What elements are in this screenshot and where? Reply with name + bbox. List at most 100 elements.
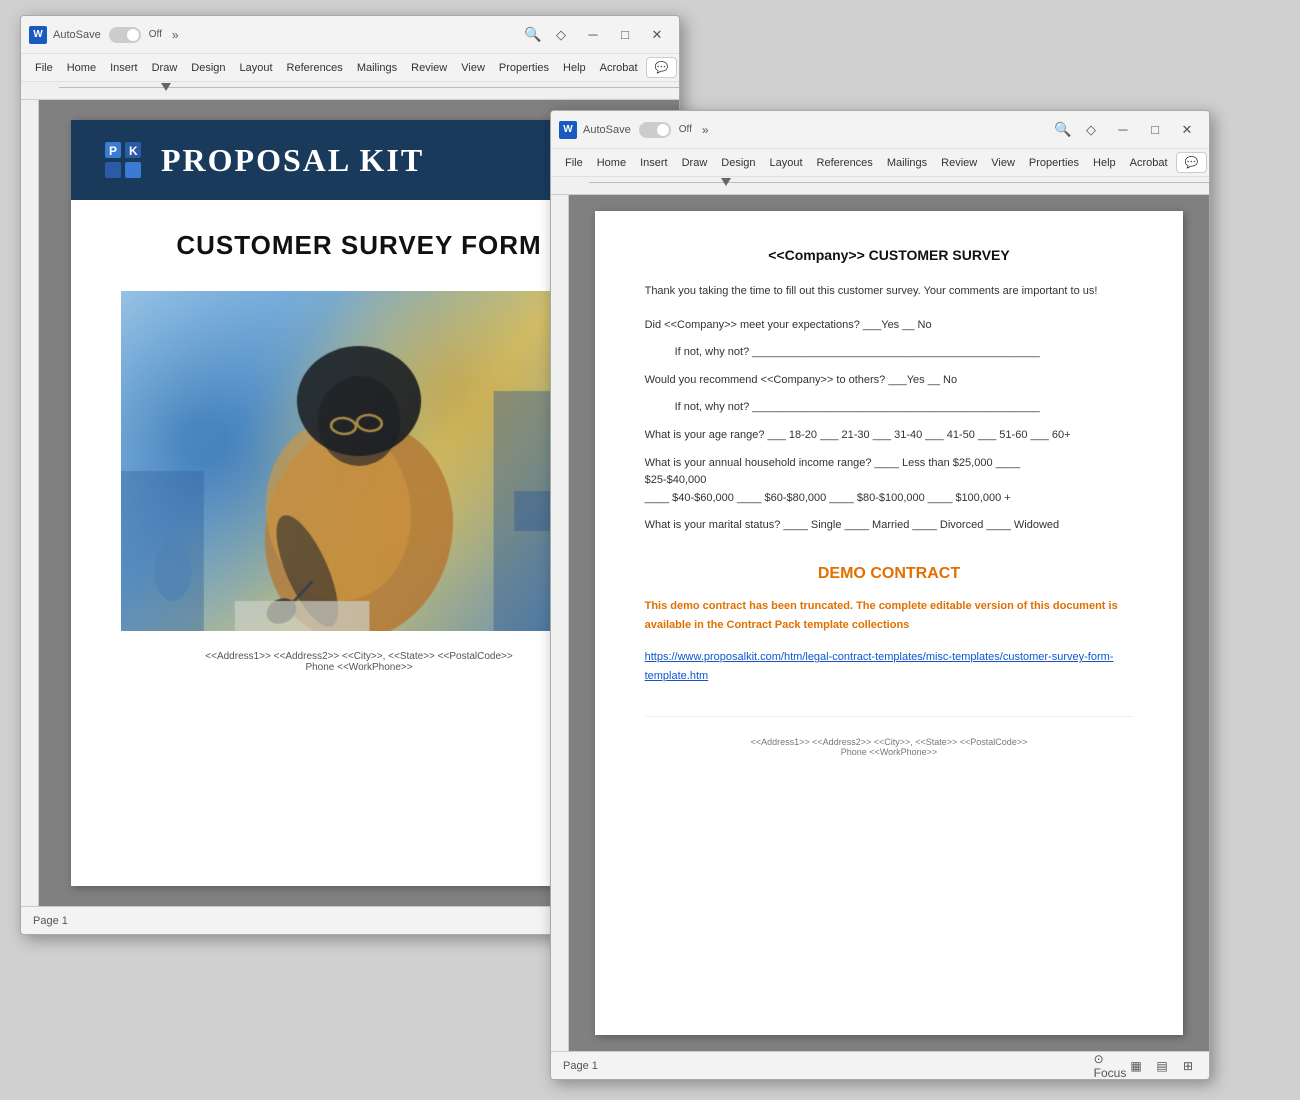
- close-button-2[interactable]: ✕: [1173, 116, 1201, 144]
- left-ruler-2: [551, 195, 569, 1051]
- doc-area-2[interactable]: <<Company>> CUSTOMER SURVEY Thank you ta…: [569, 195, 1209, 1051]
- survey-q1: Did <<Company>> meet your expectations? …: [645, 317, 1134, 335]
- menu-prop-2[interactable]: Properties: [1023, 154, 1085, 172]
- menu-review-2[interactable]: Review: [935, 154, 983, 172]
- ruler-line-2: [589, 182, 1209, 183]
- proposal-kit-logo: P K: [101, 138, 145, 182]
- minimize-button-1[interactable]: ─: [579, 21, 607, 49]
- ruler-1: [21, 82, 679, 100]
- ribbon-expand-1[interactable]: »: [172, 28, 179, 42]
- survey-q2-sub: If not, why not? _______________________…: [675, 399, 1134, 417]
- menu-draw-2[interactable]: Draw: [676, 154, 714, 172]
- menu-home-1[interactable]: Home: [61, 59, 102, 77]
- title-bar-center-1: 🔍: [519, 24, 547, 46]
- title-bar-2: W AutoSave Off » 🔍 ◇ ─ □ ✕: [551, 111, 1209, 149]
- doc2-footer: <<Address1>> <<Address2>> <<City>>, <<St…: [645, 716, 1134, 757]
- left-ruler-1: [21, 100, 39, 906]
- title-bar-1: W AutoSave Off » 🔍 ◇ ─ □ ✕: [21, 16, 679, 54]
- search-icon-2[interactable]: 🔍: [1049, 119, 1077, 141]
- close-button-1[interactable]: ✕: [643, 21, 671, 49]
- demo-contract-text: This demo contract has been truncated. T…: [645, 597, 1134, 634]
- page-label-2: Page 1: [563, 1060, 598, 1072]
- title-bar-center-2: 🔍: [1049, 119, 1077, 141]
- maximize-button-2[interactable]: □: [1141, 116, 1169, 144]
- menu-acro-1[interactable]: Acrobat: [594, 59, 644, 77]
- menu-review-1[interactable]: Review: [405, 59, 453, 77]
- menu-design-2[interactable]: Design: [715, 154, 761, 172]
- toggle-off-label-2: Off: [679, 124, 692, 135]
- menu-ref-2[interactable]: References: [811, 154, 879, 172]
- menu-layout-1[interactable]: Layout: [234, 59, 279, 77]
- menu-view-1[interactable]: View: [455, 59, 491, 77]
- menu-mail-1[interactable]: Mailings: [351, 59, 403, 77]
- designer-icon-2[interactable]: ◇: [1077, 116, 1105, 144]
- menu-home-2[interactable]: Home: [591, 154, 632, 172]
- survey-q3: What is your age range? ___ 18-20 ___ 21…: [645, 427, 1134, 445]
- menu-mail-2[interactable]: Mailings: [881, 154, 933, 172]
- menu-acro-2[interactable]: Acrobat: [1124, 154, 1174, 172]
- menu-insert-1[interactable]: Insert: [104, 59, 144, 77]
- cover-footer-addr: <<Address1>> <<Address2>> <<City>>, <<St…: [121, 651, 597, 673]
- svg-text:K: K: [129, 144, 138, 158]
- view-read-2[interactable]: ▤: [1153, 1057, 1171, 1075]
- view-layout-2[interactable]: ▦: [1127, 1057, 1145, 1075]
- menu-draw-1[interactable]: Draw: [146, 59, 184, 77]
- menu-insert-2[interactable]: Insert: [634, 154, 674, 172]
- window-2: W AutoSave Off » 🔍 ◇ ─ □ ✕ File Home Ins…: [550, 110, 1210, 1080]
- title-bar-left-1: W AutoSave Off »: [29, 26, 519, 44]
- search-icon-1[interactable]: 🔍: [519, 24, 547, 46]
- svg-text:P: P: [109, 144, 117, 158]
- survey-q5: What is your marital status? ____ Single…: [645, 517, 1134, 535]
- survey-page: <<Company>> CUSTOMER SURVEY Thank you ta…: [595, 211, 1184, 1035]
- ruler-content-1: [41, 81, 679, 99]
- autosave-label-1: AutoSave: [53, 29, 101, 41]
- ruler-handle-2: [721, 178, 731, 186]
- comment-button-2[interactable]: 💬: [1176, 152, 1208, 173]
- demo-contract-title: DEMO CONTRACT: [645, 565, 1134, 583]
- cover-header-title: PROPOSAL KIT: [161, 142, 424, 179]
- autosave-toggle-2[interactable]: [639, 122, 671, 138]
- survey-q2: Would you recommend <<Company>> to other…: [645, 372, 1134, 390]
- toggle-off-label-1: Off: [149, 29, 162, 40]
- survey-title: <<Company>> CUSTOMER SURVEY: [645, 247, 1134, 263]
- menu-view-2[interactable]: View: [985, 154, 1021, 172]
- menu-help-1[interactable]: Help: [557, 59, 592, 77]
- cover-image: [121, 291, 597, 631]
- survey-intro: Thank you taking the time to fill out th…: [645, 283, 1134, 301]
- status-right-2: ⊙ Focus ▦ ▤ ⊞: [1101, 1057, 1197, 1075]
- ribbon-expand-2[interactable]: »: [702, 123, 709, 137]
- status-bar-2: Page 1 ⊙ Focus ▦ ▤ ⊞: [551, 1051, 1209, 1079]
- menu-bar-1: File Home Insert Draw Design Layout Refe…: [21, 54, 679, 82]
- ruler-content-2: [571, 176, 1209, 194]
- focus-icon-2[interactable]: ⊙ Focus: [1101, 1057, 1119, 1075]
- menu-design-1[interactable]: Design: [185, 59, 231, 77]
- demo-contract-link[interactable]: https://www.proposalkit.com/htm/legal-co…: [645, 648, 1134, 685]
- minimize-button-2[interactable]: ─: [1109, 116, 1137, 144]
- ruler-2: [551, 177, 1209, 195]
- comment-button-1[interactable]: 💬: [646, 57, 678, 78]
- menu-right-1: 💬 ✏ Editing ›: [646, 57, 680, 78]
- view-web-2[interactable]: ⊞: [1179, 1057, 1197, 1075]
- menu-file-2[interactable]: File: [559, 154, 589, 172]
- title-bar-left-2: W AutoSave Off »: [559, 121, 1049, 139]
- menu-right-2: 💬 ✏ Editing ›: [1176, 152, 1210, 173]
- autosave-toggle-1[interactable]: [109, 27, 141, 43]
- autosave-label-2: AutoSave: [583, 124, 631, 136]
- designer-icon-1[interactable]: ◇: [547, 21, 575, 49]
- comment-icon-2: 💬: [1185, 156, 1199, 169]
- menu-prop-1[interactable]: Properties: [493, 59, 555, 77]
- title-bar-right-2: ◇ ─ □ ✕: [1077, 116, 1201, 144]
- menu-help-2[interactable]: Help: [1087, 154, 1122, 172]
- survey-q4-line1: What is your annual household income ran…: [645, 455, 1134, 508]
- cover-image-canvas: [121, 291, 597, 631]
- menu-layout-2[interactable]: Layout: [764, 154, 809, 172]
- menu-bar-2: File Home Insert Draw Design Layout Refe…: [551, 149, 1209, 177]
- comment-icon-1: 💬: [655, 61, 669, 74]
- doc-layout-2: <<Company>> CUSTOMER SURVEY Thank you ta…: [551, 195, 1209, 1051]
- ruler-line-1: [59, 87, 679, 88]
- maximize-button-1[interactable]: □: [611, 21, 639, 49]
- menu-ref-1[interactable]: References: [281, 59, 349, 77]
- menu-file-1[interactable]: File: [29, 59, 59, 77]
- title-bar-right-1: ◇ ─ □ ✕: [547, 21, 671, 49]
- page-label-1: Page 1: [33, 915, 68, 927]
